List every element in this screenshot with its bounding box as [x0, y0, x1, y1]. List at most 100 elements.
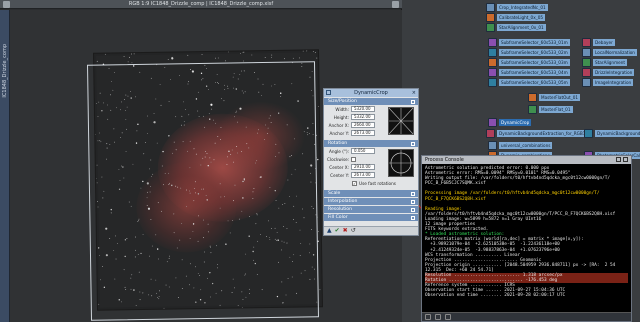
collapse-icon[interactable] [411, 199, 415, 204]
process-icon-label: DynamicBackgroundExtraction_for_RGB1 [497, 129, 588, 137]
image-side-tab[interactable]: IC1848_Drizzle_comp [0, 10, 10, 322]
workspace-process-icon[interactable]: DynamicBackgroundExtraction_for_RGB1 [486, 128, 588, 138]
apply-icon[interactable]: ✔ [335, 228, 340, 234]
abort-icon[interactable] [435, 314, 441, 320]
collapse-icon[interactable] [411, 207, 415, 212]
star [292, 57, 294, 59]
star [104, 53, 106, 55]
star [129, 56, 131, 58]
workspace-process-icon[interactable]: CalibrateLight_0x_05 [486, 12, 546, 22]
workspace-process-icon[interactable]: StarAlignment_0x_01 [486, 22, 546, 32]
process-console[interactable]: Process Console Astrometric solution pre… [421, 155, 632, 322]
reset-icon[interactable]: ↺ [351, 228, 356, 234]
center-x-field[interactable]: 2910.00 [351, 164, 375, 170]
section-scale[interactable]: Scale [324, 190, 418, 197]
anchor-x-label: Anchor X: [328, 122, 349, 128]
process-icon [582, 67, 591, 77]
process-console-titlebar[interactable]: Process Console [422, 156, 631, 164]
collapse-icon[interactable] [411, 99, 415, 104]
anchor-y-label: Anchor Y: [329, 130, 349, 136]
clockwise-checkbox[interactable] [351, 156, 356, 162]
dialog-menu-icon[interactable] [326, 90, 331, 95]
process-icon [488, 77, 497, 87]
window-close-icon[interactable] [392, 1, 399, 8]
section-resolution[interactable]: Resolution [324, 206, 418, 213]
star [251, 54, 253, 56]
process-icon [488, 140, 497, 150]
star [243, 60, 244, 62]
workspace-process-icon[interactable]: StarAlignment [582, 57, 628, 67]
cancel-icon[interactable]: ✖ [343, 228, 348, 234]
process-icon-label: SubframeSelector_60s533_05m [499, 78, 570, 86]
star [201, 54, 203, 55]
collapse-icon[interactable] [411, 215, 415, 220]
dynamic-crop-dialog[interactable]: DynamicCrop × Size/Position Width: 5320.… [323, 88, 419, 236]
process-icon-label: LocalNormalization [593, 48, 637, 56]
anchor-x-field[interactable]: 2660.00 [351, 122, 375, 128]
width-field[interactable]: 5320.00 [351, 106, 375, 112]
close-icon[interactable]: × [412, 90, 416, 96]
angle-field[interactable]: 0.050 [351, 148, 375, 154]
window-menu-icon[interactable] [3, 1, 10, 8]
workspace-process-icon[interactable]: DynamicBackgroundExtraction [584, 128, 640, 138]
workspace-process-icon[interactable]: DynamicCrop [488, 117, 532, 127]
image-window-titlebar[interactable]: RGB 1:9 IC1848_Drizzle_comp | IC1848_Dri… [0, 0, 402, 9]
process-icon-label: CalibrateLight_0x_05 [497, 13, 546, 21]
process-icon-label: DynamicBackgroundExtraction [595, 129, 640, 137]
pause-icon[interactable] [425, 314, 431, 320]
process-icon-label: Crop_IntegratedNc_01 [497, 3, 548, 11]
process-icon [582, 37, 591, 47]
collapse-icon[interactable] [411, 191, 415, 196]
workspace-process-icon[interactable]: ImageIntegration [582, 77, 634, 87]
width-label: Width: [335, 106, 349, 112]
workspace-process-icon[interactable]: MasterFlatOut_01 [528, 92, 581, 102]
workspace-process-icon[interactable]: SubframeSelector_60s533_05m [488, 77, 570, 87]
collapse-icon[interactable] [411, 141, 415, 146]
anchor-y-field[interactable]: 2673.00 [351, 130, 375, 136]
workspace-process-icon[interactable]: SubframeSelector_60s533_04m [488, 67, 570, 77]
dynamic-crop-titlebar[interactable]: DynamicCrop × [324, 89, 418, 97]
workspace-process-icon[interactable]: DrizzleIntegration [582, 67, 635, 77]
process-icon-label: SubframeSelector_60s533_03m [499, 58, 570, 66]
clear-icon[interactable] [445, 314, 451, 320]
anchor-selector[interactable] [388, 107, 414, 135]
center-y-field[interactable]: 2673.00 [351, 172, 375, 178]
rotation-dial[interactable] [388, 149, 414, 177]
close-icon[interactable] [623, 157, 628, 162]
process-icon [582, 57, 591, 67]
height-field[interactable]: 5332.00 [351, 114, 375, 120]
star [302, 50, 304, 52]
star [264, 57, 266, 58]
section-label: Fill Color [328, 215, 348, 220]
star [127, 61, 129, 63]
console-line: Processing image /var/folders/t0/hftvb4n… [425, 191, 600, 197]
process-icon [486, 12, 495, 22]
workspace-process-icon[interactable]: SubframeSelector_60s533_03m [488, 57, 570, 67]
process-icon [486, 22, 495, 32]
process-icon [582, 77, 591, 87]
process-icon [488, 117, 497, 127]
fast-rotations-checkbox[interactable]: ✓ [352, 180, 357, 186]
console-output: Astrometric solution predicted error: 0.… [423, 165, 630, 312]
process-icon-label: Debayer [593, 38, 615, 46]
workspace-process-icon[interactable]: MasterFlat_01 [528, 104, 573, 114]
section-interpolation[interactable]: Interpolation [324, 198, 418, 205]
section-rotation[interactable]: Rotation [324, 140, 418, 147]
star [225, 60, 226, 62]
process-icon [486, 2, 495, 12]
section-fill-color[interactable]: Fill Color [324, 214, 418, 221]
section-size-position[interactable]: Size/Position [324, 98, 418, 105]
star [228, 51, 229, 53]
new-instance-icon[interactable]: ▲ [327, 228, 332, 234]
star [243, 51, 245, 53]
workspace-process-icon[interactable]: Crop_IntegratedNc_01 [486, 2, 548, 12]
shade-icon[interactable] [616, 157, 621, 162]
workspace-process-icon[interactable]: universal_combinations [488, 140, 553, 150]
process-icon-label: universal_combinations [499, 141, 553, 149]
star [96, 60, 98, 62]
crop-rectangle[interactable] [87, 61, 319, 321]
workspace-process-icon[interactable]: LocalNormalization [582, 47, 637, 57]
workspace-process-icon[interactable]: SubframeSelector_60s533_02m [488, 47, 570, 57]
workspace-process-icon[interactable]: SubframeSelector_60s533_01m [488, 37, 570, 47]
workspace-process-icon[interactable]: Debayer [582, 37, 615, 47]
